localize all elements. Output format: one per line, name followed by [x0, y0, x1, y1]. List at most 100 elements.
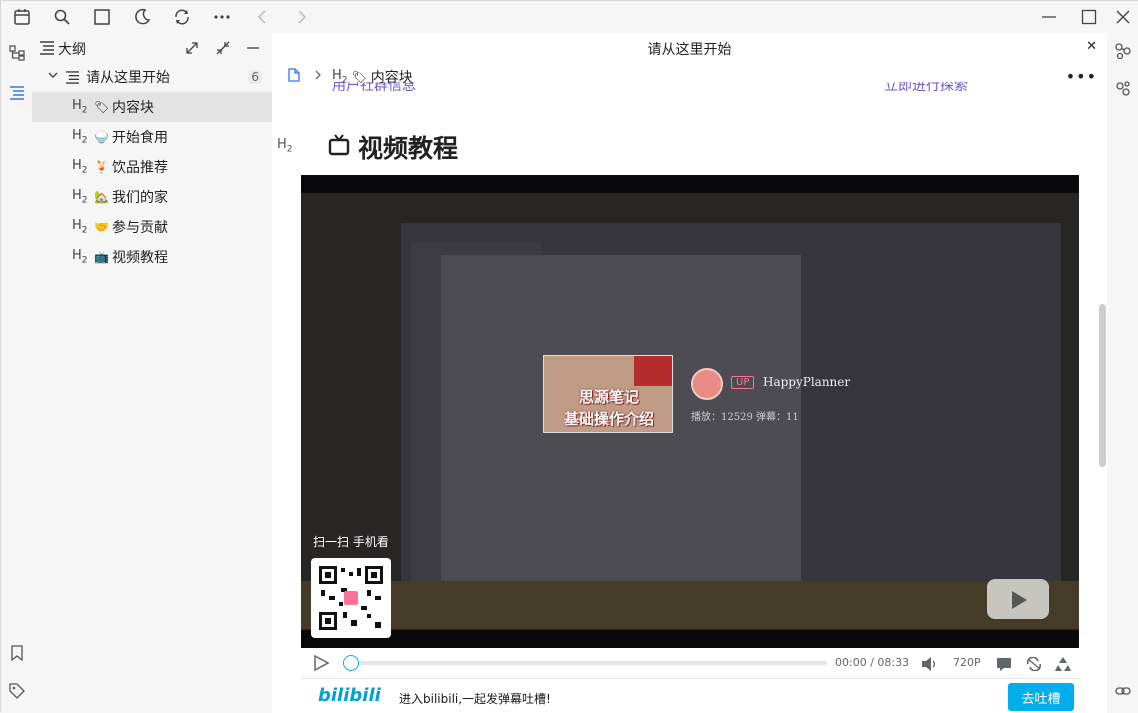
fullscreen-icon[interactable] [1055, 656, 1071, 675]
loop-icon[interactable] [1026, 656, 1042, 675]
close-tab-icon[interactable]: ✕ [1086, 39, 1097, 54]
search-icon[interactable] [52, 7, 72, 27]
file-tree-icon[interactable] [7, 43, 27, 63]
document-outline-icon [66, 71, 79, 88]
video-stats: 播放：12529 弹幕：11 [691, 412, 799, 423]
close-window-button[interactable] [1111, 5, 1135, 29]
outline-header-icon [40, 40, 54, 59]
label-emoji-icon: 🏷 [94, 100, 110, 114]
h2-icon: H2 [72, 128, 88, 146]
current-time: 00:00 [835, 656, 867, 669]
outline-item-label: 饮品推荐 [112, 160, 168, 176]
maximize-button[interactable] [1077, 5, 1101, 29]
sync-icon[interactable] [172, 7, 192, 27]
house-emoji-icon: 🏡 [94, 190, 109, 204]
video-thumbnail[interactable]: 思源笔记 基础操作介绍 [543, 355, 673, 433]
video-player[interactable]: 思源笔记 基础操作介绍 UP HappyPlanner 播放：12529 弹幕：… [301, 175, 1079, 648]
section-heading: 视频教程 [328, 129, 458, 165]
global-graph-icon[interactable] [1115, 81, 1131, 101]
comment-button[interactable]: 去吐槽 [1008, 683, 1074, 711]
square-icon[interactable] [92, 7, 112, 27]
more-icon[interactable] [212, 7, 232, 27]
outline-root-row[interactable]: 请从这里开始 6 [32, 62, 272, 92]
thumbnail-decoration [634, 356, 672, 386]
partial-link-text[interactable]: 立即进行探索 [884, 82, 968, 94]
chevron-down-icon[interactable] [47, 69, 59, 85]
h2-icon: H2 [72, 188, 88, 206]
calendar-icon[interactable] [12, 7, 32, 27]
minimize-button[interactable] [1037, 5, 1061, 29]
danmaku-icon[interactable] [996, 656, 1012, 675]
outline-item-contribute[interactable]: H2 🤝 参与贡献 [32, 212, 272, 242]
outline-item-home[interactable]: H2 🏡 我们的家 [32, 182, 272, 212]
outline-item-label: 开始食用 [112, 130, 168, 146]
editor-scrollbar[interactable] [1099, 304, 1106, 467]
outline-item-label: 参与贡献 [112, 220, 168, 236]
bilibili-prompt: 进入bilibili,一起发弹幕吐槽! [399, 692, 551, 706]
drink-emoji-icon: 🍹 [94, 160, 109, 174]
outline-item-drinks[interactable]: H2 🍹 饮品推荐 [32, 152, 272, 182]
bookmark-icon[interactable] [7, 643, 27, 663]
progress-bar[interactable] [349, 661, 827, 665]
partial-link-text[interactable]: 用户社群信息 [332, 82, 416, 94]
total-time: 08:33 [877, 656, 910, 669]
minimize-panel-icon[interactable] [246, 40, 260, 59]
time-separator: / [870, 656, 874, 669]
player-controls: 00:00 / 08:33 720P [301, 648, 1079, 678]
more-options-icon[interactable]: ••• [1066, 67, 1097, 86]
progress-knob[interactable] [343, 655, 359, 671]
outline-title: 大纲 [58, 42, 86, 58]
thumbnail-title-line: 基础操作介绍 [563, 410, 654, 428]
outline-item-content-block[interactable]: H2 🏷 内容块 [32, 92, 272, 122]
handshake-emoji-icon: 🤝 [94, 220, 109, 234]
outline-item-label: 视频教程 [112, 250, 168, 266]
h2-icon: H2 [72, 98, 88, 116]
tv-icon [328, 133, 350, 162]
play-icon[interactable] [313, 654, 330, 675]
video-overlay [301, 175, 1079, 648]
top-toolbar [1, 1, 1138, 33]
left-rail [1, 33, 32, 713]
editor-main: 请从这里开始 ✕ H2 🏷 内容块 ••• 用户社群信息 立即进行探索 H2 视… [272, 33, 1107, 713]
h2-icon: H2 [72, 248, 88, 266]
rice-emoji-icon: 🍚 [94, 130, 109, 144]
scan-label: 扫一扫 手机看 [313, 535, 389, 549]
outline-icon[interactable] [7, 83, 27, 103]
moon-icon[interactable] [132, 7, 152, 27]
collapse-icon[interactable] [216, 40, 230, 59]
up-badge: UP [731, 376, 755, 389]
h2-icon: H2 [72, 158, 88, 176]
heading-text: 视频教程 [358, 134, 459, 163]
document-title: 请从这里开始 [647, 42, 732, 58]
outline-count-badge: 6 [248, 70, 262, 84]
qr-code [311, 558, 391, 638]
chevron-right-icon [314, 69, 322, 85]
outline-header: 大纲 [32, 33, 272, 63]
uploader-name[interactable]: HappyPlanner [763, 375, 850, 389]
outline-root-label: 请从这里开始 [86, 70, 170, 86]
forward-icon[interactable] [292, 7, 312, 27]
qr-code-icon [319, 566, 383, 630]
graph-icon[interactable] [1115, 43, 1131, 63]
right-rail [1107, 33, 1138, 713]
bilibili-logo[interactable]: bilibili [318, 685, 381, 706]
playback-time: 00:00 / 08:33 [835, 656, 909, 669]
back-icon[interactable] [252, 7, 272, 27]
outline-item-video[interactable]: H2 📺 视频教程 [32, 242, 272, 272]
bilibili-bar: bilibili 进入bilibili,一起发弹幕吐槽! 去吐槽 [301, 678, 1079, 713]
file-icon[interactable] [288, 68, 300, 86]
h2-icon: H2 [277, 137, 293, 155]
outline-item-getting-started[interactable]: H2 🍚 开始食用 [32, 122, 272, 152]
expand-icon[interactable] [185, 40, 199, 59]
outline-item-label: 内容块 [112, 100, 154, 116]
thumbnail-title-line: 思源笔记 [578, 388, 639, 406]
volume-icon[interactable] [921, 656, 937, 675]
link-icon[interactable] [1115, 683, 1131, 703]
outline-panel: 大纲 请从这里开始 6 H2 🏷 内容块 H2 🍚 开始食用 H2 🍹 饮品推荐… [32, 33, 272, 713]
quality-selector[interactable]: 720P [953, 656, 981, 669]
outline-item-label: 我们的家 [112, 190, 168, 206]
tv-emoji-icon: 📺 [94, 250, 109, 264]
tag-icon[interactable] [7, 681, 27, 701]
play-overlay-icon[interactable] [987, 579, 1049, 619]
avatar[interactable] [691, 368, 723, 400]
